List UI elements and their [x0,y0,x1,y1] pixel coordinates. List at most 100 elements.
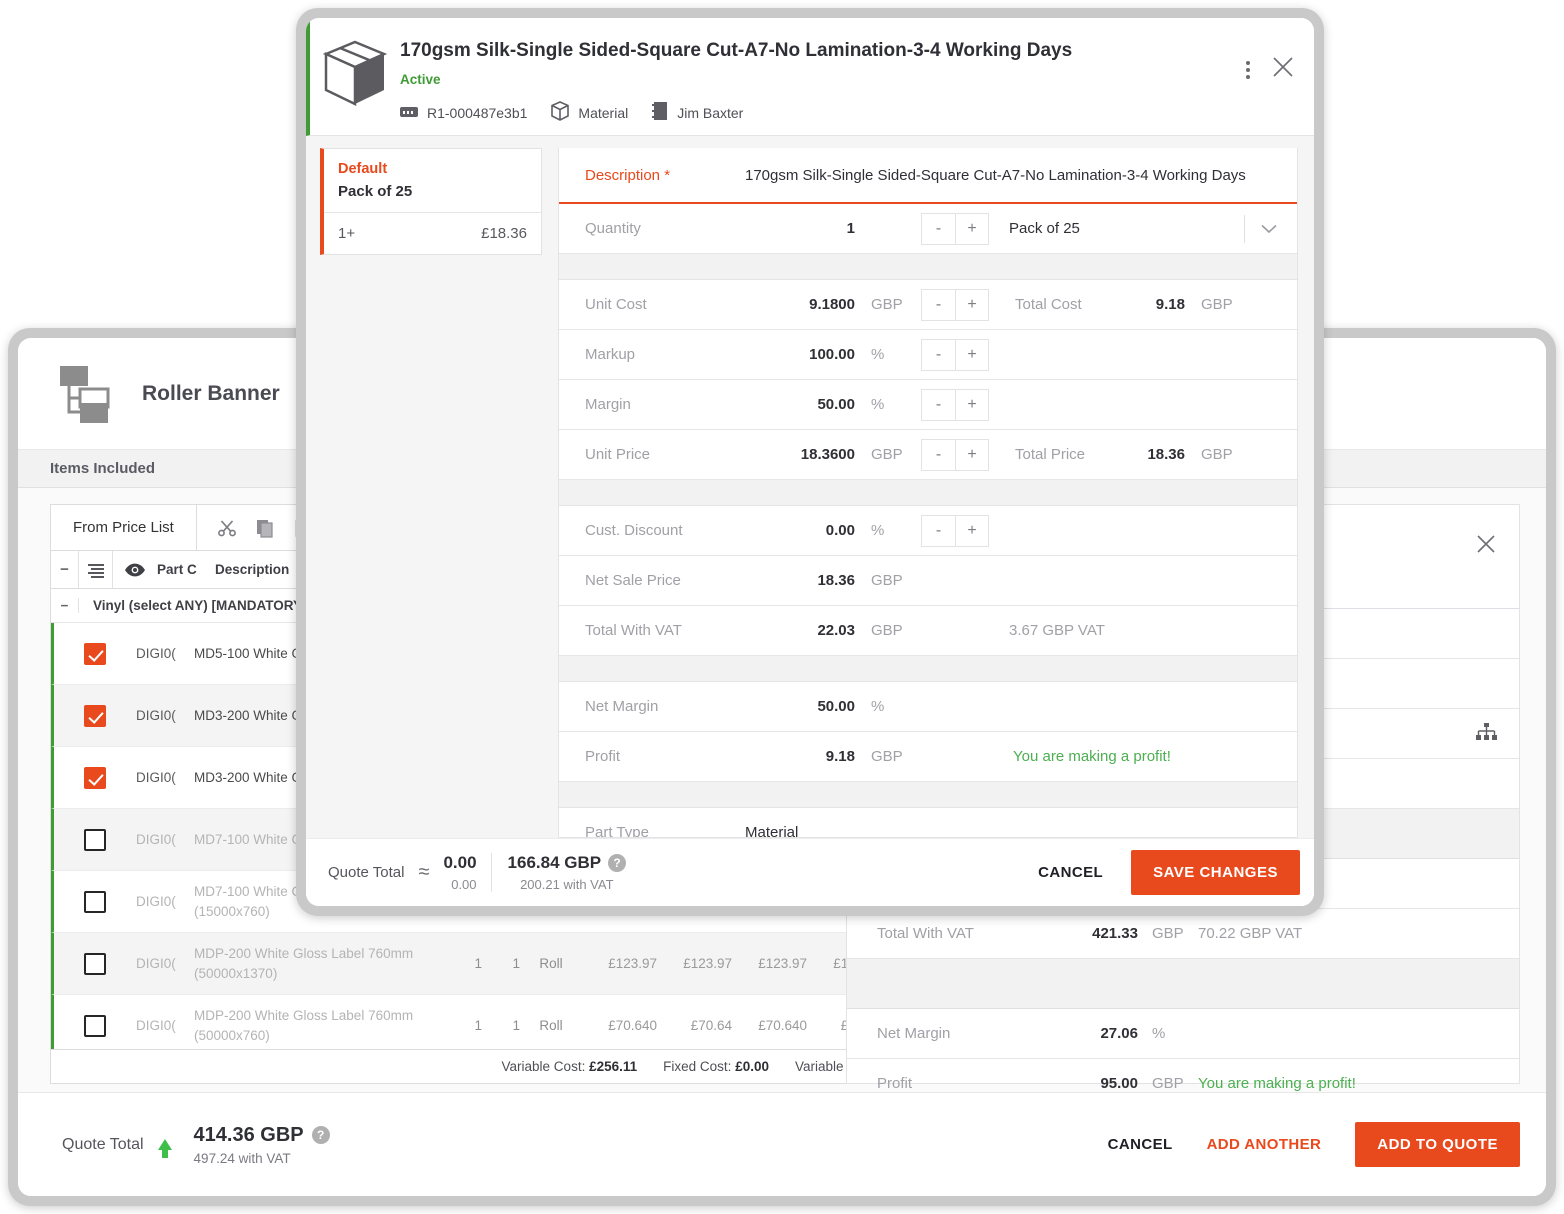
margin-stepper[interactable]: - + [921,388,989,421]
net-margin-unit: % [871,698,885,715]
meta-chip-label: Jim Baxter [677,104,744,121]
total-price-currency: GBP [1201,446,1233,463]
detail-value: 95.00 [1100,1075,1138,1092]
margin-plus-button[interactable]: + [955,388,989,421]
help-icon[interactable]: ? [608,854,627,872]
cust-discount-value[interactable]: 0.00 [745,522,855,539]
cust-discount-minus-button[interactable]: - [921,514,955,547]
grid-total-item: Fixed Cost: £0.00 [663,1059,769,1074]
net-margin-value: 50.00 [817,698,855,715]
list-icon[interactable] [79,551,113,588]
add-to-quote-button[interactable]: ADD TO QUOTE [1355,1122,1520,1167]
close-icon[interactable] [1475,533,1497,560]
cust-discount-stepper[interactable]: - + [921,514,989,547]
row-checkbox[interactable] [54,642,136,665]
group-collapse-toggle[interactable]: − [51,598,79,613]
more-options-icon[interactable] [1246,60,1250,79]
row-checkbox[interactable] [54,890,136,913]
quantity-unit-select[interactable]: Pack of 25 [989,220,1244,237]
field-unit-cost[interactable]: Unit Cost 9.1800 GBP - + Total Cost 9.18… [559,280,1297,330]
row-checkbox[interactable] [54,766,136,789]
row-checkbox[interactable] [54,952,136,975]
cancel-button[interactable]: CANCEL [1108,1136,1173,1153]
row-uom: Roll [539,956,563,971]
row-qty2: 1 [512,956,520,971]
help-icon[interactable]: ? [311,1126,330,1144]
form-divider-2 [559,480,1297,506]
unit-cost-plus-button[interactable]: + [955,288,989,321]
unit-cost-minus-button[interactable]: - [921,288,955,321]
approx-icon: ≈ [418,861,430,883]
field-markup[interactable]: Markup 100.00 % - + [559,330,1297,380]
field-cust-discount[interactable]: Cust. Discount 0.00 % - + [559,506,1297,556]
column-part-code[interactable]: Part C [157,551,215,588]
unit-cost-stepper[interactable]: - + [921,288,989,321]
modal-quote-with-vat: 200.21 with VAT [520,877,614,892]
profit-currency: GBP [871,748,903,765]
row-checkbox[interactable] [54,828,136,851]
quote-total-with-vat: 497.24 with VAT [193,1150,291,1166]
hierarchy-icon[interactable] [1475,722,1497,745]
detail-label: Net Margin [877,1025,951,1042]
detail-label: Total With VAT [877,925,974,942]
field-unit-price[interactable]: Unit Price 18.3600 GBP - + Total Price 1… [559,430,1297,480]
total-with-vat-currency: GBP [871,622,903,639]
unit-price-label: Unit Price [585,446,651,463]
form-divider-4 [559,782,1297,808]
eye-icon[interactable] [113,551,157,588]
unit-cost-value[interactable]: 9.1800 [745,296,855,313]
part-type-label: Part Type [585,824,649,838]
detail-note: You are making a profit! [1198,1075,1356,1092]
row-qty: 1 [474,956,482,971]
chevron-down-icon[interactable] [1244,214,1297,243]
modal-footer: Quote Total ≈ 0.00 0.00 166.84 GBP ? 200… [306,838,1314,906]
price-tier-qty: 1+ [338,225,356,242]
field-profit: Profit 9.18 GBP You are making a profit! [559,732,1297,782]
grid-total-value: £0.00 [735,1059,769,1074]
quantity-stepper[interactable]: - + [921,212,989,245]
row-description: MDP-200 White Gloss Label 760mm (50000x1… [194,945,414,981]
save-changes-button[interactable]: SAVE CHANGES [1131,850,1300,895]
arrow-up-icon [157,1139,172,1158]
total-with-vat-note: 3.67 GBP VAT [1009,622,1105,639]
quantity-minus-button[interactable]: - [921,212,955,245]
margin-minus-button[interactable]: - [921,388,955,421]
collapse-all-toggle[interactable]: − [51,551,79,588]
tab-from-price-list[interactable]: From Price List [51,505,197,550]
markup-value[interactable]: 100.00 [745,346,855,363]
unit-price-value[interactable]: 18.3600 [745,446,855,463]
copy-icon[interactable] [255,518,275,538]
field-quantity[interactable]: Quantity 1 - + Pack of 25 [559,204,1297,254]
description-value[interactable]: 170gsm Silk-Single Sided-Square Cut-A7-N… [745,167,1246,184]
add-another-button[interactable]: ADD ANOTHER [1207,1136,1322,1153]
net-sale-price-label: Net Sale Price [585,572,681,589]
price-card[interactable]: Default Pack of 25 1+ £18.36 [320,148,542,255]
back-window-bottom-bar: Quote Total 414.36 GBP ? 497.24 with VAT… [18,1092,1546,1196]
markup-minus-button[interactable]: - [921,338,955,371]
cust-discount-plus-button[interactable]: + [955,514,989,547]
row-checkbox[interactable] [54,1014,136,1037]
quantity-value[interactable]: 1 [745,220,855,237]
status-badge: Active [400,72,441,87]
modal-body: Default Pack of 25 1+ £18.36 Description… [306,136,1314,838]
field-net-sale-price: Net Sale Price 18.36 GBP [559,556,1297,606]
row-checkbox[interactable] [54,704,136,727]
field-total-with-vat: Total With VAT 22.03 GBP 3.67 GBP VAT [559,606,1297,656]
quantity-plus-button[interactable]: + [955,212,989,245]
margin-value[interactable]: 50.00 [745,396,855,413]
markup-stepper[interactable]: - + [921,338,989,371]
cut-icon[interactable] [217,518,237,538]
markup-plus-button[interactable]: + [955,338,989,371]
row-description: MDP-200 White Gloss Label 760mm (50000x7… [194,1007,414,1043]
unit-cost-currency: GBP [871,296,903,313]
detail-value: 421.33 [1092,925,1138,942]
field-margin[interactable]: Margin 50.00 % - + [559,380,1297,430]
net-sale-price-value: 18.36 [817,572,855,589]
field-description[interactable]: Description * 170gsm Silk-Single Sided-S… [559,148,1297,204]
unit-price-minus-button[interactable]: - [921,438,955,471]
close-icon[interactable] [1270,54,1296,85]
unit-price-stepper[interactable]: - + [921,438,989,471]
profit-label: Profit [585,748,621,765]
unit-price-plus-button[interactable]: + [955,438,989,471]
cancel-button[interactable]: CANCEL [1038,864,1103,881]
